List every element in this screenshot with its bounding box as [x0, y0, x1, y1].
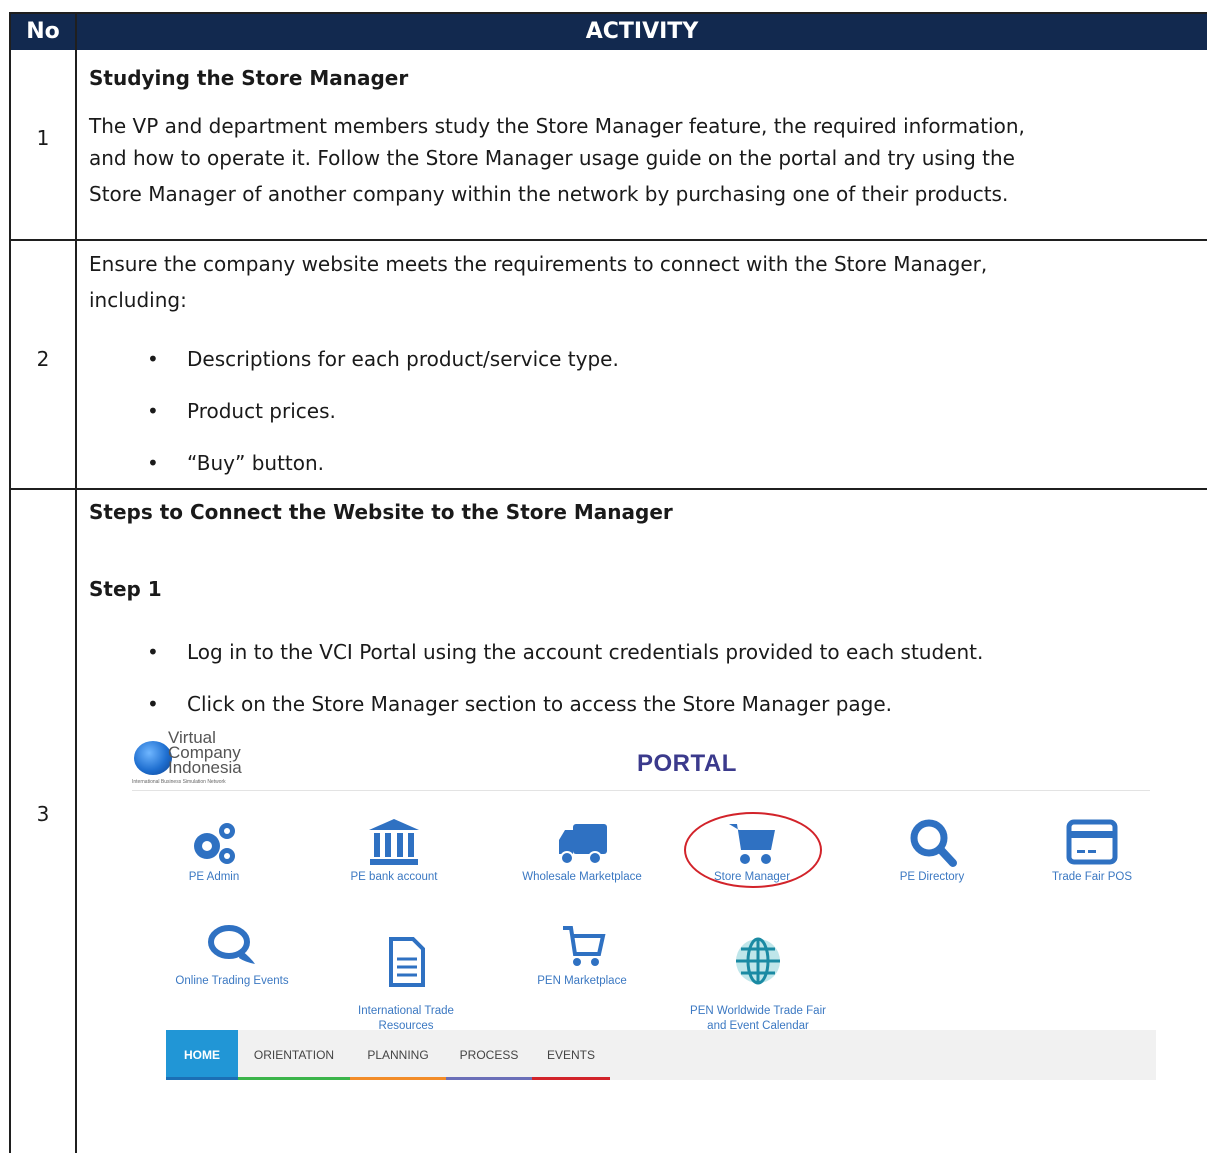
row-2-line-2: including:: [89, 288, 187, 312]
app-label: Wholesale Marketplace: [522, 871, 642, 883]
row-2-bullet-2: Product prices.: [147, 399, 336, 423]
row-3-title: Steps to Connect the Website to the Stor…: [89, 500, 673, 524]
chat-bubbles-icon: [208, 925, 255, 964]
vci-logo-icon: [134, 741, 172, 775]
header-no: No: [26, 19, 60, 44]
row-divider: [11, 239, 1207, 241]
row-2-line-1: Ensure the company website meets the req…: [89, 252, 988, 276]
nav-events[interactable]: EVENTS: [532, 1030, 610, 1080]
vci-logo-text: Virtual Company Indonesia: [168, 729, 242, 777]
row-2-bullet-1: Descriptions for each product/service ty…: [147, 347, 619, 371]
app-label: PEN Marketplace: [537, 975, 627, 987]
app-label: PE Directory: [899, 871, 965, 883]
international-trade-resources-app[interactable]: International Trade Resources: [326, 920, 486, 1034]
search-icon: [910, 819, 957, 867]
nav-underline: [238, 1077, 350, 1080]
nav-underline: [166, 1077, 238, 1080]
globe-icon: [736, 937, 780, 985]
app-label: PE Admin: [188, 871, 240, 883]
nav-underline: [446, 1077, 532, 1080]
nav-process[interactable]: PROCESS: [446, 1030, 532, 1080]
header-activity: ACTIVITY: [585, 19, 699, 44]
cart-outline-icon: [563, 926, 606, 966]
credit-card-icon: [1066, 819, 1118, 865]
pen-marketplace-app[interactable]: PEN Marketplace: [502, 920, 662, 989]
row-1-line-1: The VP and department members study the …: [89, 114, 1025, 138]
column-divider: [75, 14, 77, 1153]
nav-planning[interactable]: PLANNING: [350, 1030, 446, 1080]
app-label: Trade Fair POS: [1051, 871, 1133, 883]
portal-title: PORTAL: [637, 750, 737, 777]
app-label: PEN Worldwide Trade Fair and Event Calen…: [690, 1005, 826, 1032]
row-1-number: 1: [36, 126, 50, 150]
row-1-line-3: Store Manager of another company within …: [89, 182, 1009, 206]
document-icon: [389, 937, 425, 987]
app-label: PE bank account: [350, 871, 438, 883]
wholesale-marketplace-app[interactable]: Wholesale Marketplace: [502, 816, 662, 885]
row-1-title: Studying the Store Manager: [89, 66, 409, 90]
row-2-number: 2: [36, 347, 50, 371]
logo-subtitle: International Business Simulation Networ…: [132, 779, 226, 785]
row-1-line-2: and how to operate it. Follow the Store …: [89, 146, 1015, 170]
row-3-bullet-1: Log in to the VCI Portal using the accou…: [147, 640, 983, 664]
row-3-bullet-2: Click on the Store Manager section to ac…: [147, 692, 892, 716]
gears-icon: [194, 823, 235, 864]
truck-icon: [559, 824, 607, 865]
header-separator: [132, 790, 1150, 791]
nav-underline: [532, 1077, 610, 1080]
nav-orientation[interactable]: ORIENTATION: [238, 1030, 350, 1080]
row-3-step: Step 1: [89, 577, 162, 601]
nav-home[interactable]: HOME: [166, 1030, 238, 1080]
app-label: International Trade Resources: [358, 1005, 454, 1032]
online-trading-events-app[interactable]: Online Trading Events: [152, 920, 312, 989]
bank-icon: [369, 819, 419, 865]
trade-fair-pos-app[interactable]: Trade Fair POS: [1012, 816, 1172, 885]
row-3-number: 3: [36, 802, 50, 826]
portal-screenshot: Virtual Company Indonesia International …: [122, 718, 1162, 1080]
pe-directory-app[interactable]: PE Directory: [852, 816, 1012, 885]
table-header: No ACTIVITY: [11, 14, 1207, 50]
row-divider: [11, 488, 1207, 490]
app-label: Online Trading Events: [175, 975, 289, 987]
portal-nav-bar: HOME ORIENTATION PLANNING PROCESS EVENTS: [166, 1030, 1156, 1080]
pe-bank-account-app[interactable]: PE bank account: [314, 816, 474, 885]
store-manager-highlight: [684, 812, 822, 888]
pen-worldwide-trade-fair-app[interactable]: PEN Worldwide Trade Fair and Event Calen…: [678, 920, 838, 1034]
row-2-bullet-3: “Buy” button.: [147, 451, 324, 475]
logo-line: Indonesia: [168, 758, 242, 777]
pe-admin-app[interactable]: PE Admin: [134, 816, 294, 885]
nav-underline: [350, 1077, 446, 1080]
